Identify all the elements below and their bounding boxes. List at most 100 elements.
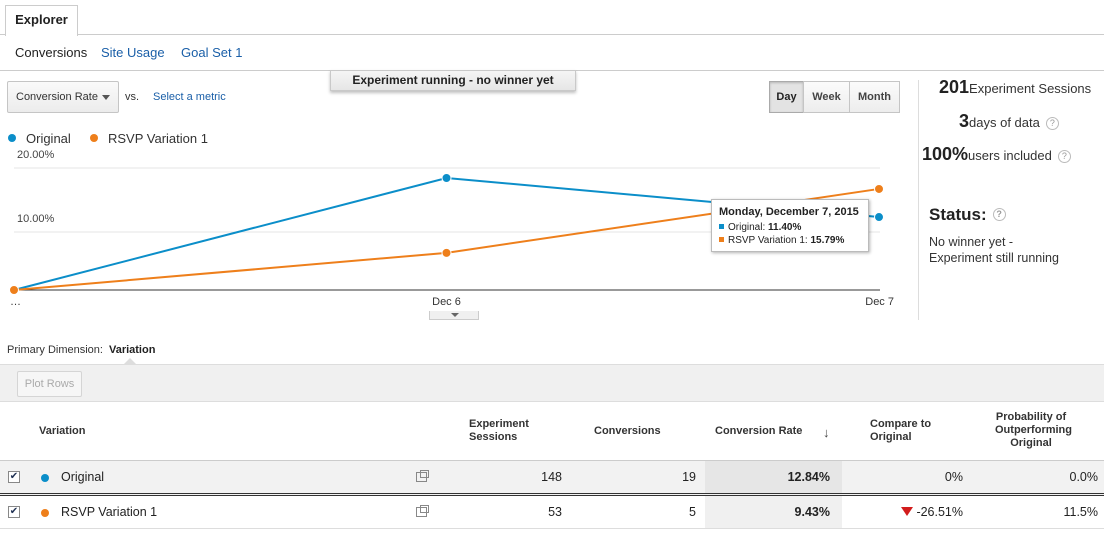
series-dot-icon	[41, 474, 49, 482]
subnav-conversions[interactable]: Conversions	[15, 45, 87, 60]
table-row: ✔ RSVP Variation 1 53 5 9.43% -26.51% 11…	[0, 496, 1104, 529]
chart-tooltip: Monday, December 7, 2015 Original: 11.40…	[711, 199, 869, 252]
conversions-value: 19	[682, 470, 696, 484]
header-conversions[interactable]: Conversions	[594, 425, 661, 438]
table-toolbar: Plot Rows	[0, 364, 1104, 402]
tooltip-row-rsvp-variation-1: RSVP Variation 1: 15.79%	[719, 235, 868, 246]
sort-descending-icon[interactable]: ↓	[823, 425, 830, 440]
help-icon[interactable]: ?	[1057, 150, 1071, 163]
data-point	[441, 173, 452, 183]
report-subnav: Conversions Site Usage Goal Set 1	[0, 36, 1104, 71]
status-line: No winner yet -	[929, 235, 1014, 249]
stat-days-of-data: 3days of data?	[959, 111, 1059, 132]
compare-value: -26.51%	[916, 505, 963, 519]
header-line: Original	[1010, 437, 1052, 449]
select-metric-link[interactable]: Select a metric	[153, 91, 226, 103]
series-dot-icon	[41, 509, 49, 517]
header-experiment-sessions[interactable]: Experiment Sessions	[469, 418, 529, 444]
probability-value: 11.5%	[1063, 505, 1098, 519]
tooltip-value: 11.40%	[768, 222, 802, 233]
legend-dot-icon	[8, 134, 16, 142]
x-tick-label: Dec 6	[432, 296, 461, 308]
chevron-down-icon	[451, 313, 459, 317]
period-month-button[interactable]: Month	[849, 81, 900, 113]
status-heading: Status:?	[929, 205, 1006, 225]
x-tick-label: …	[10, 296, 21, 308]
tooltip-value: 15.79%	[810, 235, 845, 246]
subnav-site-usage[interactable]: Site Usage	[101, 45, 165, 60]
conversion-rate-value: 9.43%	[794, 505, 830, 519]
legend-label: Original	[26, 131, 71, 146]
header-variation[interactable]: Variation	[39, 425, 85, 438]
header-conversion-rate[interactable]: Conversion Rate	[715, 425, 802, 438]
plot-rows-button[interactable]: Plot Rows	[17, 371, 82, 397]
status-description: No winner yet - Experiment still running	[929, 234, 1099, 266]
data-point	[874, 183, 884, 194]
chevron-down-icon	[102, 95, 110, 100]
help-icon[interactable]: ?	[1045, 117, 1059, 130]
subnav-goal-set-1[interactable]: Goal Set 1	[181, 45, 242, 60]
series-swatch-icon	[719, 224, 724, 229]
table-row: ✔ Original 148 19 12.84% 0% 0.0%	[0, 461, 1104, 496]
external-link-icon[interactable]	[416, 505, 429, 517]
header-line: Compare to	[870, 418, 932, 430]
tooltip-label: RSVP Variation 1:	[728, 235, 811, 246]
tooltip-label: Original:	[728, 222, 769, 233]
metric-dropdown-value: Conversion Rate	[16, 91, 98, 103]
series-swatch-icon	[719, 237, 724, 242]
stat-value: 100%	[922, 144, 969, 164]
compare-value: 0%	[944, 470, 963, 484]
data-point	[9, 285, 19, 295]
row-checkbox[interactable]: ✔	[8, 471, 20, 483]
header-compare-to-original[interactable]: Compare to Original	[870, 418, 931, 444]
period-week-button[interactable]: Week	[803, 81, 850, 113]
top-tab-bar: Explorer	[0, 0, 1104, 36]
stat-value: 3	[959, 111, 970, 131]
header-line: Original	[870, 431, 912, 443]
primary-dimension-label: Primary Dimension:	[7, 344, 103, 356]
status-title: Status:	[929, 205, 987, 224]
sessions-value: 148	[541, 470, 562, 484]
stat-label: Experiment Sessions	[969, 81, 1092, 96]
external-link-icon[interactable]	[416, 470, 429, 482]
stat-experiment-sessions: 201Experiment Sessions	[939, 77, 1091, 98]
period-day-button[interactable]: Day	[769, 81, 804, 113]
x-tick-label: Dec 7	[865, 296, 894, 308]
primary-dimension-value[interactable]: Variation	[109, 344, 155, 356]
help-icon[interactable]: ?	[992, 208, 1006, 221]
metric-dropdown[interactable]: Conversion Rate	[7, 81, 119, 113]
stat-value: 201	[939, 77, 970, 97]
probability-value: 0.0%	[1069, 470, 1099, 484]
conversion-rate-value: 12.84%	[787, 470, 830, 484]
experiment-status-banner: Experiment running - no winner yet	[330, 70, 576, 91]
stat-users-included: 100%users included?	[922, 144, 1071, 165]
header-line: Experiment	[469, 418, 529, 430]
vs-label: vs.	[125, 91, 140, 103]
variation-name: RSVP Variation 1	[61, 505, 158, 519]
stat-label: days of data	[969, 115, 1040, 130]
conversions-value: 5	[689, 505, 696, 519]
header-line: Outperforming	[995, 424, 1072, 436]
tooltip-row-original: Original: 11.40%	[719, 222, 868, 233]
header-line: Sessions	[469, 431, 518, 443]
y-tick-label: 10.00%	[17, 213, 55, 225]
data-point	[441, 247, 452, 258]
y-tick-label: 20.00%	[17, 150, 55, 161]
legend-item-original[interactable]: Original	[8, 131, 71, 146]
sessions-value: 53	[548, 505, 562, 519]
chart-collapse-handle[interactable]	[429, 311, 479, 320]
stat-label: users included	[968, 148, 1052, 163]
data-point	[874, 212, 884, 223]
variation-name: Original	[61, 470, 105, 484]
legend-label: RSVP Variation 1	[108, 131, 208, 146]
primary-dimension: Primary Dimension: Variation	[7, 344, 155, 356]
tab-explorer[interactable]: Explorer	[5, 5, 78, 36]
legend-item-rsvp-variation-1[interactable]: RSVP Variation 1	[90, 131, 208, 146]
header-probability-outperforming[interactable]: Probability of Outperforming Original	[995, 411, 1072, 450]
header-line: Probability of	[995, 411, 1067, 423]
row-checkbox[interactable]: ✔	[8, 506, 20, 518]
panel-divider	[918, 80, 919, 320]
table-header: Variation Experiment Sessions Conversion…	[0, 402, 1104, 461]
legend-dot-icon	[90, 134, 98, 142]
status-line: Experiment still running	[929, 251, 1059, 265]
